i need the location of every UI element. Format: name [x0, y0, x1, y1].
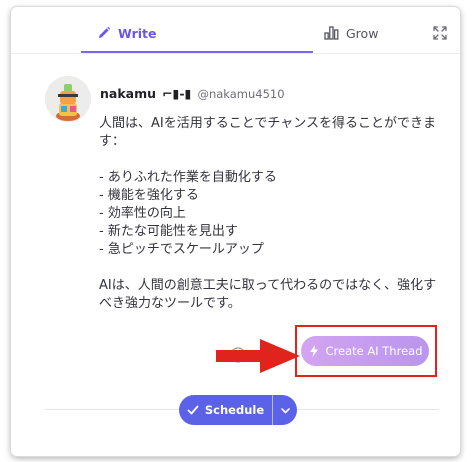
- red-arrow-annotation: [216, 339, 300, 373]
- user-name-badge: ⌐▮-▮: [162, 86, 192, 101]
- avatar-image: [45, 76, 91, 122]
- schedule-label: Schedule: [204, 403, 265, 417]
- create-ai-thread-label: Create AI Thread: [325, 344, 423, 358]
- tab-write-label: Write: [118, 25, 157, 41]
- avatar[interactable]: [45, 76, 91, 122]
- user-name: nakamu: [100, 86, 157, 101]
- user-handle: @nakamu4510: [197, 86, 285, 101]
- tab-bar: Write Grow: [11, 7, 460, 54]
- tab-grow-label: Grow: [346, 25, 379, 41]
- schedule-button[interactable]: Schedule: [179, 395, 272, 425]
- chevron-down-icon: [280, 407, 290, 413]
- check-icon: [187, 405, 199, 415]
- create-ai-thread-button[interactable]: Create AI Thread: [301, 336, 429, 366]
- tab-write[interactable]: Write: [97, 20, 156, 46]
- tab-divider: [11, 53, 460, 54]
- bar-chart-icon: [324, 26, 339, 40]
- pencil-icon: [99, 26, 111, 38]
- user-line: nakamu ⌐▮-▮ @nakamu4510: [100, 86, 285, 101]
- schedule-button-group: Schedule: [179, 395, 297, 425]
- sparkle-icon: [309, 345, 318, 357]
- schedule-dropdown-button[interactable]: [273, 395, 297, 425]
- expand-icon[interactable]: [431, 24, 449, 42]
- composer-card: Write Grow nakamu ⌐▮-▮ @nakamu4510 人間は、A…: [11, 7, 460, 456]
- post-text[interactable]: 人間は、AIを活用することでチャンスを得ることができます： - ありふれた作業を…: [99, 115, 444, 313]
- tab-grow[interactable]: Grow: [324, 20, 378, 46]
